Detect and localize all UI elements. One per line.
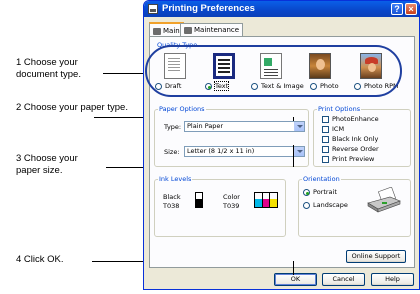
callout-3: 3 Choose your paper size.: [16, 153, 78, 176]
callout-4-line-drop: [293, 261, 294, 275]
callout-1: 1 Choose your document type.: [16, 57, 81, 80]
color-ink-cartridge: [254, 192, 278, 208]
photoenhance-checkbox[interactable]: [322, 116, 329, 123]
landscape-radio[interactable]: [303, 202, 310, 209]
callout-2: 2 Choose your paper type.: [16, 102, 128, 113]
online-support-button[interactable]: Online Support: [346, 250, 406, 263]
icm-label[interactable]: ICM: [332, 125, 344, 133]
yellow-ink-level-fill: [270, 199, 278, 207]
print-preview-label[interactable]: Print Preview: [332, 155, 374, 163]
landscape-label[interactable]: Landscape: [313, 201, 348, 209]
tab-maintenance[interactable]: Maintenance: [180, 23, 244, 37]
orientation-label: Orientation: [302, 175, 341, 183]
black-ink-only-label[interactable]: Black Ink Only: [332, 135, 378, 143]
quality-type-highlight: [145, 45, 402, 97]
ok-button[interactable]: OK: [274, 273, 317, 286]
paper-type-label: Type:: [164, 123, 182, 131]
black-ink-cartridge: [195, 192, 203, 208]
reverse-order-label[interactable]: Reverse Order: [332, 145, 379, 153]
icm-checkbox[interactable]: [322, 126, 329, 133]
yellow-ink-slot: [270, 193, 278, 207]
black-ink-code: T038: [163, 202, 180, 210]
paper-size-select[interactable]: Letter (8 1/2 x 11 in): [184, 146, 305, 157]
black-ink-only-checkbox[interactable]: [322, 136, 329, 143]
window-title: Printing Preferences: [162, 3, 255, 14]
main-tab-icon: [153, 27, 161, 35]
paper-options-group: [154, 109, 309, 167]
help-title-button[interactable]: ?: [391, 3, 403, 15]
maintenance-tab-icon: [184, 27, 192, 34]
color-ink-code: T039: [223, 202, 240, 210]
cyan-ink-slot: [255, 193, 263, 207]
callout-4: 4 Click OK.: [16, 254, 64, 265]
paper-size-value: Letter (8 1/2 x 11 in): [187, 147, 255, 155]
reverse-order-checkbox[interactable]: [322, 146, 329, 153]
paper-type-dropdown-icon[interactable]: [294, 122, 304, 131]
magenta-ink-slot: [262, 193, 271, 207]
color-ink-name: Color: [223, 193, 240, 201]
paper-size-dropdown-icon[interactable]: [294, 147, 304, 156]
black-ink-level-fill: [196, 198, 202, 207]
printer-app-icon: [148, 4, 158, 14]
cancel-button[interactable]: Cancel: [322, 273, 365, 286]
tab-bar: Main Maintenance: [144, 22, 419, 38]
print-options-label: Print Options: [317, 105, 362, 113]
print-preview-checkbox[interactable]: [322, 156, 329, 163]
callout-2-line-drop: [293, 117, 294, 121]
paper-type-select[interactable]: Plain Paper: [184, 121, 305, 132]
portrait-label[interactable]: Portrait: [313, 188, 337, 196]
magenta-ink-level-fill: [262, 199, 270, 207]
help-button[interactable]: Help: [371, 273, 414, 286]
paper-size-label: Size:: [164, 148, 180, 156]
portrait-radio[interactable]: [303, 189, 310, 196]
close-button[interactable]: ×: [405, 3, 417, 15]
printer-illustration-icon: [367, 187, 401, 213]
cyan-ink-level-fill: [255, 199, 262, 207]
callout-3-line-drop: [293, 145, 294, 167]
title-bar[interactable]: Printing Preferences ? ×: [144, 1, 419, 17]
paper-type-value: Plain Paper: [187, 122, 224, 130]
paper-options-label: Paper Options: [158, 105, 206, 113]
printing-preferences-window: Printing Preferences ? × Main Maintenanc…: [143, 0, 420, 290]
photoenhance-label[interactable]: PhotoEnhance: [332, 115, 379, 123]
ink-levels-label: Ink Levels: [158, 175, 193, 183]
black-ink-name: Black: [163, 193, 181, 201]
